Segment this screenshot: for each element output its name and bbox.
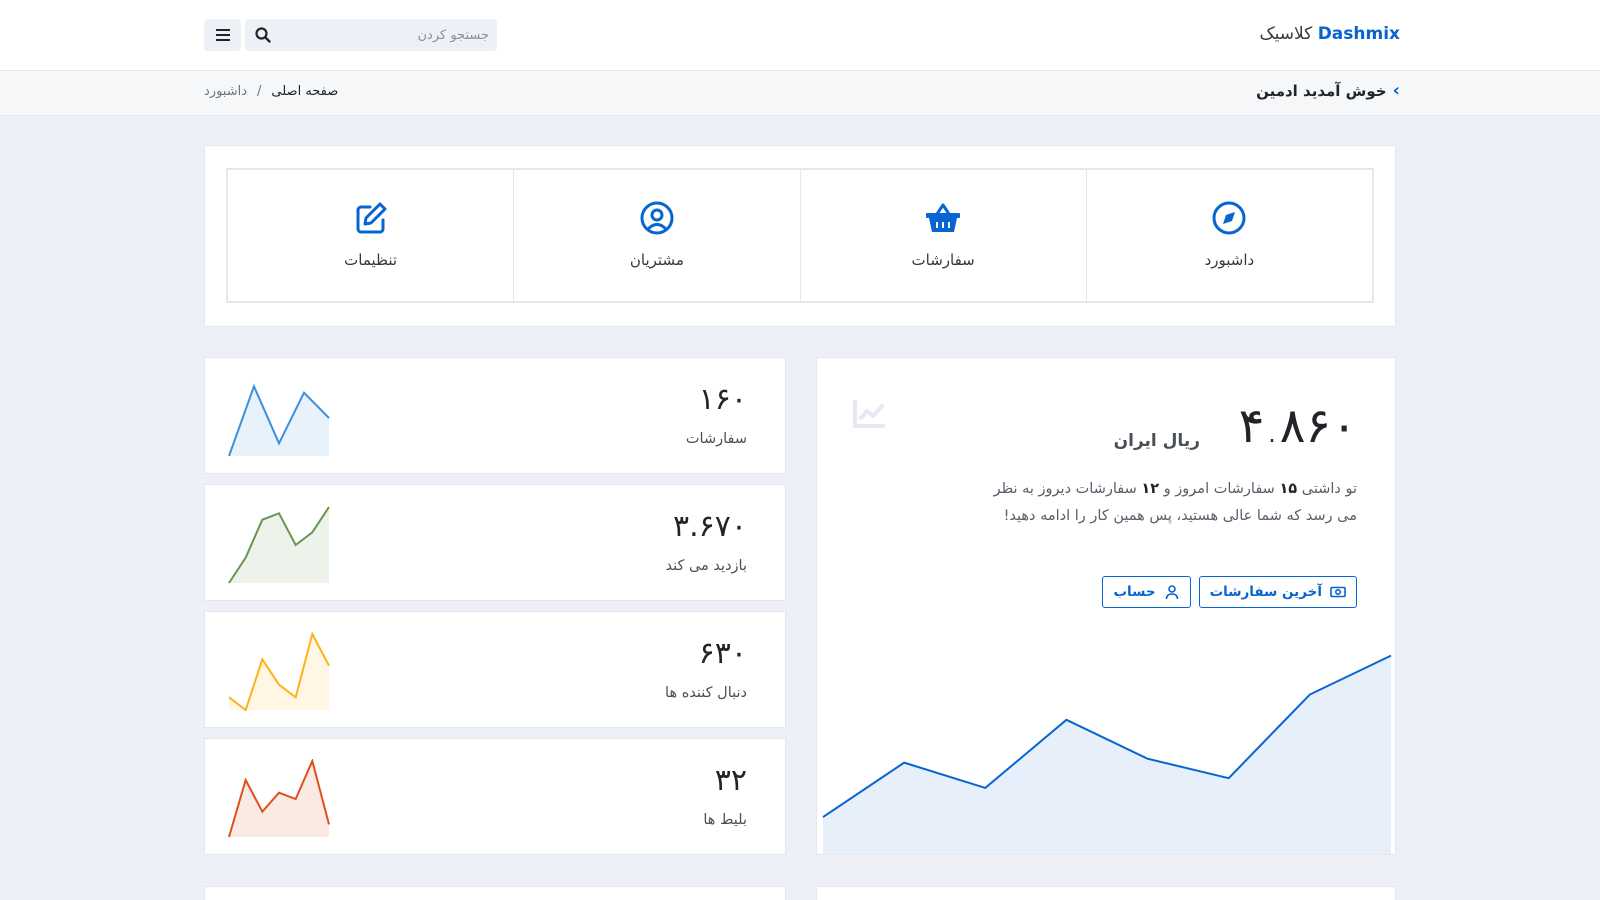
quick-nav-row: تنظیمات مشتریان سفارشات داشبورد <box>226 168 1374 303</box>
money-bill-icon <box>1330 586 1346 598</box>
nav-tile-dashboard[interactable]: داشبورد <box>1086 170 1372 301</box>
nav-tile-settings[interactable]: تنظیمات <box>228 170 515 301</box>
brand-suffix: کلاسیک <box>1259 24 1313 44</box>
followers-spark-area <box>229 634 329 710</box>
subheader: › خوش آمدید ادمین صفحه اصلی / داشبورد <box>0 71 1600 116</box>
summary-card: ۴.۸۶۰ ریال ایران تو داشتی ۱۵ سفارشات امر… <box>816 357 1396 855</box>
main-trend-area <box>823 655 1391 854</box>
revenue-amount: ۴.۸۶۰ <box>1238 398 1357 454</box>
orders-sparkline <box>228 383 330 457</box>
nav-tile-label: سفارشات <box>911 251 975 269</box>
visits-spark-area <box>229 507 329 583</box>
stat-label: سفارشات <box>685 431 747 447</box>
nav-tile-label: تنظیمات <box>344 251 398 269</box>
stat-card-orders[interactable]: ۱۶۰ سفارشات <box>204 357 786 474</box>
chevron-right-icon: › <box>1392 80 1400 101</box>
stat-card-followers[interactable]: ۶۳۰ دنبال کننده ها <box>204 611 786 728</box>
nav-tile-orders[interactable]: سفارشات <box>800 170 1087 301</box>
breadcrumb-home-link[interactable]: صفحه اصلی <box>271 84 338 99</box>
nav-tile-label: داشبورد <box>1204 251 1255 269</box>
nav-tile-label: مشتریان <box>629 251 684 269</box>
stat-value: ۶۳۰ <box>698 636 747 671</box>
menu-toggle-button[interactable] <box>204 19 241 51</box>
yesterday-orders-count: ۱۲ <box>1141 481 1160 497</box>
basket-icon <box>926 203 961 232</box>
user-icon <box>1165 585 1178 600</box>
stat-value: ۳۲ <box>714 763 747 798</box>
revenue-trend-chart <box>822 654 1392 854</box>
search-input[interactable] <box>281 19 489 51</box>
user-circle-icon <box>640 201 674 235</box>
account-label: حساب <box>1113 584 1156 600</box>
welcome-heading: › خوش آمدید ادمین <box>1256 80 1400 101</box>
quick-nav-panel: تنظیمات مشتریان سفارشات داشبورد <box>204 145 1396 327</box>
search-icon[interactable] <box>254 26 272 44</box>
stat-label: دنبال کننده ها <box>665 685 747 701</box>
chart-line-icon <box>853 400 885 428</box>
stat-value: ۳.۶۷۰ <box>673 509 747 544</box>
stat-card-visits[interactable]: ۳.۶۷۰ بازدید می کند <box>204 484 786 601</box>
latest-orders-button[interactable]: آخرین سفارشات <box>1198 576 1357 608</box>
brand-logo[interactable]: Dashmix کلاسیک <box>1259 24 1400 44</box>
brand-name: Dashmix <box>1317 24 1400 44</box>
bottom-card-left <box>204 886 786 900</box>
search-box <box>245 19 497 51</box>
stat-label: بلیط ها <box>703 812 747 828</box>
edit-icon <box>356 202 387 234</box>
nav-tile-customers[interactable]: مشتریان <box>514 170 801 301</box>
breadcrumb-current: داشبورد <box>204 84 247 99</box>
tickets-spark-area <box>229 761 329 837</box>
followers-sparkline <box>228 632 330 712</box>
account-button[interactable]: حساب <box>1102 576 1191 608</box>
stat-value: ۱۶۰ <box>698 382 747 417</box>
stat-label: بازدید می کند <box>665 558 747 574</box>
latest-orders-label: آخرین سفارشات <box>1209 584 1322 600</box>
hamburger-icon <box>215 29 230 41</box>
summary-actions: آخرین سفارشات حساب <box>1102 576 1357 608</box>
welcome-text: خوش آمدید ادمین <box>1256 82 1387 100</box>
breadcrumb: صفحه اصلی / داشبورد <box>204 84 338 99</box>
today-orders-count: ۱۵ <box>1279 481 1298 497</box>
tickets-sparkline <box>228 759 330 838</box>
stat-card-tickets[interactable]: ۳۲ بلیط ها <box>204 738 786 855</box>
compass-icon <box>1212 201 1246 235</box>
top-header: Dashmix کلاسیک <box>0 0 1600 71</box>
breadcrumb-separator: / <box>257 84 262 99</box>
bottom-card-right <box>816 886 1396 900</box>
visits-sparkline <box>228 506 330 584</box>
revenue-currency: ریال ایران <box>1113 431 1200 451</box>
summary-text: تو داشتی ۱۵ سفارشات امروز و ۱۲ سفارشات د… <box>993 481 1357 524</box>
